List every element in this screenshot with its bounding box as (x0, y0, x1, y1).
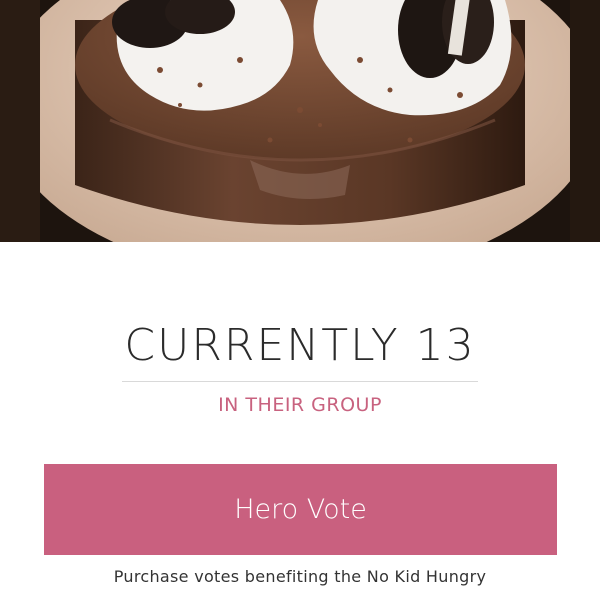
purchase-votes-note: Purchase votes benefiting the No Kid Hun… (113, 567, 487, 586)
hero-vote-button[interactable]: Hero Vote (44, 464, 557, 555)
group-label: IN THEIR GROUP (218, 394, 382, 416)
current-rank-title: CURRENTLY 13 (122, 318, 478, 382)
entry-photo (0, 0, 600, 242)
ranking-section: CURRENTLY 13 IN THEIR GROUP (0, 318, 600, 416)
